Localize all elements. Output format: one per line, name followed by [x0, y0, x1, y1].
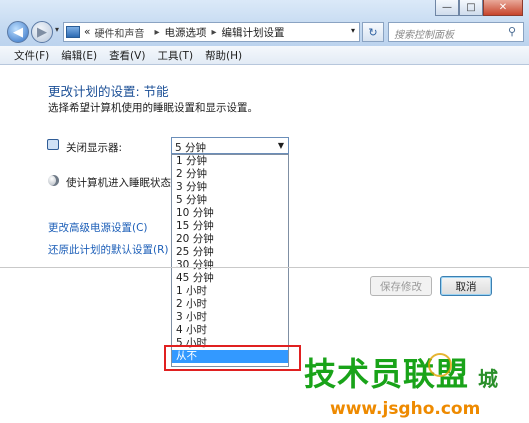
display-off-label: 关闭显示器:	[66, 142, 123, 154]
address-overflow-chevron[interactable]: «	[84, 26, 90, 38]
dropdown-option[interactable]: 1 小时	[172, 285, 288, 298]
window-controls: — □ ✕	[435, 0, 523, 16]
monitor-icon	[47, 139, 59, 150]
page-subtitle: 选择希望计算机使用的睡眠设置和显示设置。	[48, 102, 258, 114]
dropdown-option[interactable]: 15 分钟	[172, 220, 288, 233]
advanced-power-settings-link[interactable]: 更改高级电源设置(C)	[48, 220, 148, 235]
dropdown-option[interactable]: 4 小时	[172, 324, 288, 337]
close-button[interactable]: ✕	[483, 0, 523, 16]
watermark-url: www.jsgho.com	[330, 399, 481, 419]
dropdown-option[interactable]: 45 分钟	[172, 272, 288, 285]
breadcrumb-separator-icon[interactable]: ▸	[154, 27, 159, 38]
search-icon[interactable]: ⚲	[508, 25, 525, 38]
address-bar[interactable]: « 硬件和声音 ▸ 电源选项 ▸ 编辑计划设置 ▾	[63, 22, 360, 42]
cancel-button[interactable]: 取消	[440, 276, 492, 296]
display-off-select[interactable]: 5 分钟 ▼	[171, 137, 289, 154]
page-title: 更改计划的设置: 节能	[48, 84, 169, 99]
maximize-button[interactable]: □	[459, 0, 483, 16]
dropdown-option[interactable]: 1 分钟	[172, 155, 288, 168]
menu-bar: 文件(F) 编辑(E) 查看(V) 工具(T) 帮助(H)	[0, 46, 529, 65]
dropdown-option[interactable]: 25 分钟	[172, 246, 288, 259]
recent-pages-dropdown-icon[interactable]: ▾	[55, 25, 59, 34]
site-watermark: 技术员联盟 城 www.jsgho.com	[300, 349, 529, 423]
dropdown-option[interactable]: 2 小时	[172, 298, 288, 311]
dropdown-option[interactable]: 3 小时	[172, 311, 288, 324]
watermark-logo-icon	[428, 353, 452, 377]
dropdown-option[interactable]: 10 分钟	[172, 207, 288, 220]
address-dropdown-icon[interactable]: ▾	[351, 26, 355, 35]
breadcrumb-item[interactable]: 电源选项	[164, 25, 206, 40]
display-off-options-list[interactable]: 1 分钟 2 分钟 3 分钟 5 分钟 10 分钟 15 分钟 20 分钟 25 分钟 30 分…	[171, 154, 289, 367]
display-off-selected-value: 5 分钟	[175, 142, 207, 154]
menu-help[interactable]: 帮助(H)	[199, 48, 248, 63]
watermark-city: 城	[478, 367, 498, 391]
restore-defaults-link[interactable]: 还原此计划的默认设置(R)	[48, 242, 169, 257]
back-button[interactable]: ◀	[7, 21, 29, 43]
refresh-button[interactable]: ↻	[362, 22, 384, 42]
breadcrumb-item[interactable]: 硬件和声音	[94, 25, 144, 40]
dropdown-option[interactable]: 30 分钟	[172, 259, 288, 272]
menu-tools[interactable]: 工具(T)	[151, 48, 199, 63]
main-content: 更改计划的设置: 节能 选择希望计算机使用的睡眠设置和显示设置。 关闭显示器: …	[0, 65, 529, 423]
sleep-moon-icon	[48, 175, 59, 186]
save-changes-button[interactable]: 保存修改	[370, 276, 432, 296]
breadcrumb-item[interactable]: 编辑计划设置	[222, 25, 285, 40]
dropdown-option[interactable]: 20 分钟	[172, 233, 288, 246]
title-bar: — □ ✕ ◀ ▶ ▾ « 硬件和声音 ▸ 电源选项 ▸ 编辑计划设置 ▾ ↻ …	[0, 0, 529, 46]
dropdown-option[interactable]: 2 分钟	[172, 168, 288, 181]
dropdown-option[interactable]: 5 分钟	[172, 194, 288, 207]
menu-edit[interactable]: 编辑(E)	[55, 48, 103, 63]
control-panel-icon	[66, 26, 80, 38]
search-input[interactable]: 搜索控制面板	[388, 22, 524, 42]
dropdown-option[interactable]: 3 分钟	[172, 181, 288, 194]
minimize-button[interactable]: —	[435, 0, 459, 16]
forward-button[interactable]: ▶	[31, 21, 53, 43]
divider	[0, 267, 529, 268]
breadcrumb-separator-icon[interactable]: ▸	[211, 27, 216, 38]
chevron-down-icon: ▼	[277, 141, 284, 150]
annotation-highlight-box	[164, 345, 301, 371]
menu-file[interactable]: 文件(F)	[0, 48, 55, 63]
sleep-label: 使计算机进入睡眠状态:	[66, 177, 175, 189]
menu-view[interactable]: 查看(V)	[103, 48, 151, 63]
